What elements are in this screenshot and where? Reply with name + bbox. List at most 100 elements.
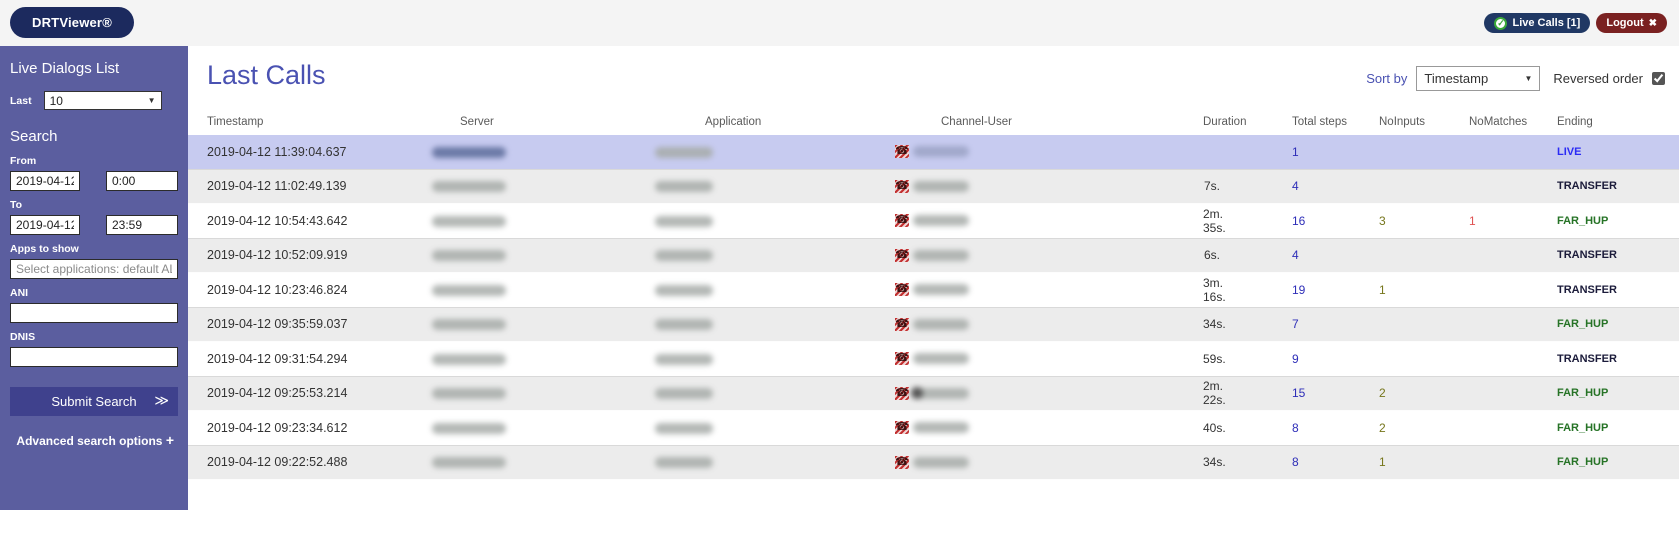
to-label: To (10, 199, 178, 211)
table-row[interactable]: 2019-04-12 11:39:04.637 1 LIVE (188, 135, 1679, 170)
advanced-search-options-link[interactable]: Advanced search options + (10, 432, 178, 448)
cell-duration: 34s. (1203, 317, 1292, 331)
logout-label: Logout (1606, 17, 1643, 29)
to-time-input[interactable] (106, 215, 178, 235)
cell-duration: 2m. 35s. (1203, 207, 1292, 235)
cell-timestamp: 2019-04-12 09:22:52.488 (188, 455, 460, 469)
applications-input[interactable] (10, 259, 178, 279)
table-row[interactable]: 2019-04-12 09:25:53.214 2m. 22s. 15 2 FA… (188, 377, 1679, 412)
table-row[interactable]: 2019-04-12 10:54:43.642 2m. 35s. 16 3 1 … (188, 204, 1679, 239)
col-header-timestamp[interactable]: Timestamp (188, 116, 460, 128)
col-header-nomatches[interactable]: NoMatches (1469, 116, 1557, 128)
cell-timestamp: 2019-04-12 11:02:49.139 (188, 179, 460, 193)
redacted-channel-user-value (913, 457, 969, 468)
cell-timestamp: 2019-04-12 10:52:09.919 (188, 248, 460, 262)
cell-timestamp: 2019-04-12 11:39:04.637 (188, 145, 460, 159)
table-row[interactable]: 2019-04-12 09:35:59.037 34s. 7 FAR_HUP (188, 308, 1679, 343)
redacted-application-value (655, 147, 713, 158)
sort-by-select[interactable]: Timestamp ▼ (1416, 66, 1540, 91)
sort-controls: Sort by Timestamp ▼ Reversed order (1366, 66, 1665, 91)
cell-timestamp: 2019-04-12 10:23:46.824 (188, 283, 460, 297)
cell-duration: 2m. 22s. (1203, 379, 1292, 407)
col-header-ending[interactable]: Ending (1557, 116, 1679, 128)
sort-by-label: Sort by (1366, 71, 1407, 86)
close-x-icon: ✖ (1649, 18, 1657, 29)
blocked-phone-icon (895, 249, 909, 262)
cell-total-steps: 7 (1292, 317, 1379, 331)
blocked-phone-icon (895, 456, 909, 469)
redacted-application-value (655, 250, 713, 261)
cell-channel-user (941, 318, 1203, 331)
cell-total-steps: 8 (1292, 421, 1379, 435)
cell-duration: 6s. (1203, 248, 1292, 262)
cell-total-steps: 9 (1292, 352, 1379, 366)
submit-search-label: Submit Search (51, 394, 136, 409)
cell-channel-user (941, 352, 1203, 365)
redacted-channel-user-value (913, 422, 969, 433)
cell-ending: FAR_HUP (1557, 387, 1679, 399)
redacted-server-value (432, 423, 506, 434)
cell-noinputs: 1 (1379, 283, 1469, 297)
calls-table: Timestamp Server Application Channel-Use… (188, 109, 1679, 480)
cell-ending: TRANSFER (1557, 353, 1679, 365)
cell-ending: TRANSFER (1557, 249, 1679, 261)
table-row[interactable]: 2019-04-12 11:02:49.139 7s. 4 TRANSFER (188, 170, 1679, 205)
cell-duration: 59s. (1203, 352, 1292, 366)
plus-icon: + (166, 432, 174, 448)
redacted-channel-user-value (913, 319, 969, 330)
last-count-value: 10 (50, 94, 63, 108)
from-row (10, 171, 178, 191)
blocked-phone-icon (895, 180, 909, 193)
table-row[interactable]: 2019-04-12 09:31:54.294 59s. 9 TRANSFER (188, 342, 1679, 377)
cell-total-steps: 15 (1292, 386, 1379, 400)
redacted-channel-user-value (913, 181, 969, 192)
dnis-input[interactable] (10, 347, 178, 367)
redacted-channel-user-value (913, 388, 969, 399)
live-calls-label: Live Calls [1] (1512, 17, 1580, 29)
last-count-select[interactable]: 10 ▼ (44, 91, 162, 110)
cell-timestamp: 2019-04-12 09:31:54.294 (188, 352, 460, 366)
to-date-input[interactable] (10, 215, 80, 235)
logout-button[interactable]: Logout ✖ (1596, 13, 1667, 33)
redacted-server-value (432, 181, 506, 192)
cell-channel-user (941, 180, 1203, 193)
cell-channel-user (941, 249, 1203, 262)
cell-noinputs: 3 (1379, 214, 1469, 228)
blocked-phone-icon (895, 214, 909, 227)
cell-noinputs: 1 (1379, 455, 1469, 469)
search-section-title: Search (10, 128, 178, 145)
cell-channel-user (941, 283, 1203, 296)
reversed-order-checkbox[interactable] (1652, 72, 1665, 85)
col-header-noinputs[interactable]: NoInputs (1379, 116, 1469, 128)
blocked-phone-icon (895, 283, 909, 296)
main-content: Last Calls Sort by Timestamp ▼ Reversed … (188, 46, 1679, 480)
col-header-channel-user[interactable]: Channel-User (941, 116, 1203, 128)
redacted-channel-user-value (913, 250, 969, 261)
reversed-order-label: Reversed order (1553, 71, 1643, 86)
table-row[interactable]: 2019-04-12 10:52:09.919 6s. 4 TRANSFER (188, 239, 1679, 274)
sort-by-value: Timestamp (1424, 71, 1488, 86)
ani-input[interactable] (10, 303, 178, 323)
blocked-phone-icon (895, 387, 909, 400)
col-header-application[interactable]: Application (705, 116, 941, 128)
cell-total-steps: 4 (1292, 248, 1379, 262)
redacted-application-value (655, 319, 713, 330)
table-row[interactable]: 2019-04-12 09:22:52.488 34s. 8 1 FAR_HUP (188, 446, 1679, 481)
cell-total-steps: 19 (1292, 283, 1379, 297)
dnis-label: DNIS (10, 331, 178, 343)
cell-duration: 40s. (1203, 421, 1292, 435)
from-date-input[interactable] (10, 171, 80, 191)
sidebar: Live Dialogs List Last 10 ▼ Search From … (0, 46, 188, 510)
redacted-server-value (432, 354, 506, 365)
col-header-duration[interactable]: Duration (1203, 116, 1292, 128)
col-header-total-steps[interactable]: Total steps (1292, 116, 1379, 128)
submit-search-button[interactable]: Submit Search ≫ (10, 387, 178, 416)
redacted-channel-user-value (913, 353, 969, 364)
last-label: Last (10, 95, 32, 107)
live-calls-button[interactable]: ✓ Live Calls [1] (1484, 13, 1590, 33)
col-header-server[interactable]: Server (460, 116, 705, 128)
table-row[interactable]: 2019-04-12 10:23:46.824 3m. 16s. 19 1 TR… (188, 273, 1679, 308)
table-row[interactable]: 2019-04-12 09:23:34.612 40s. 8 2 FAR_HUP (188, 411, 1679, 446)
cell-total-steps: 16 (1292, 214, 1379, 228)
from-time-input[interactable] (106, 171, 178, 191)
